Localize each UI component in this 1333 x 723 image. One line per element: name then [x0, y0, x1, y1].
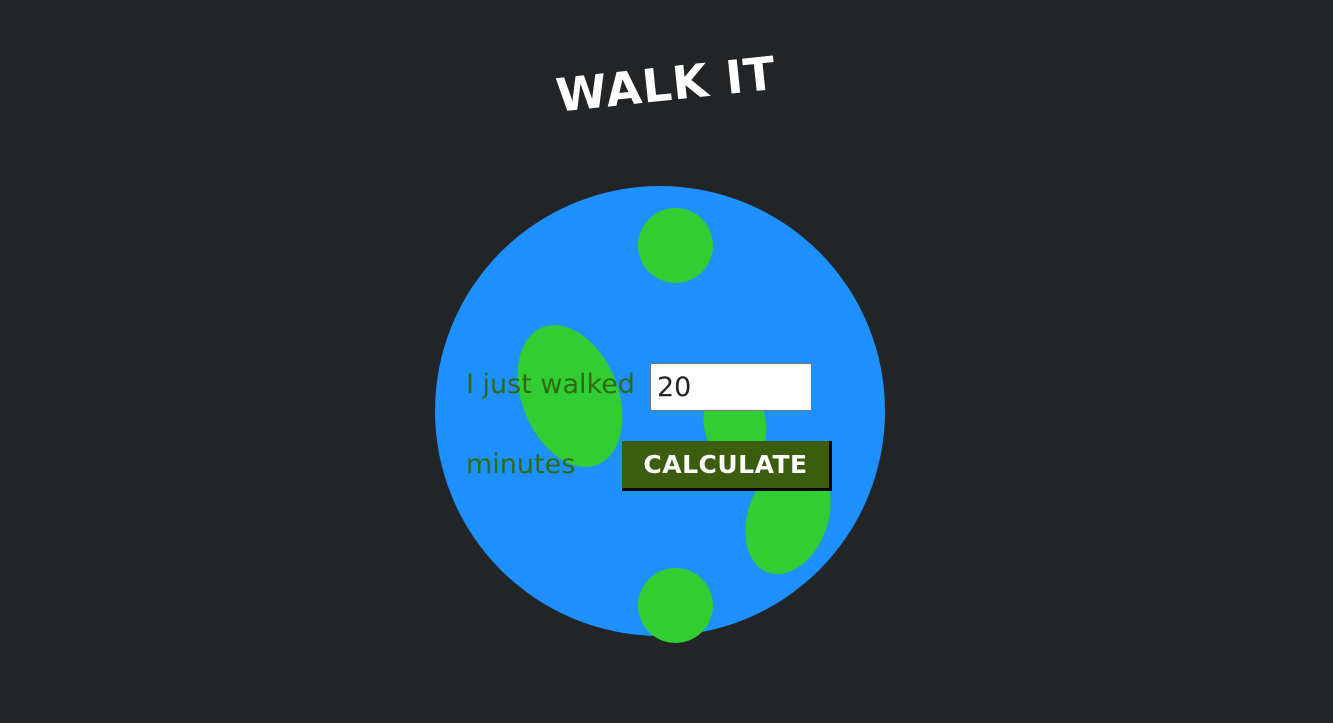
minutes-label: minutes	[466, 449, 576, 480]
land-blob-bottom	[638, 568, 713, 643]
land-blob-top	[638, 208, 713, 283]
page-title: WALK IT	[553, 45, 779, 123]
calculate-button[interactable]: CALCULATE	[622, 441, 832, 491]
walked-label: I just walked	[466, 369, 635, 400]
app-stage: WALK IT I just walked minutes CALCULATE	[0, 0, 1333, 723]
minutes-input[interactable]	[650, 363, 812, 411]
